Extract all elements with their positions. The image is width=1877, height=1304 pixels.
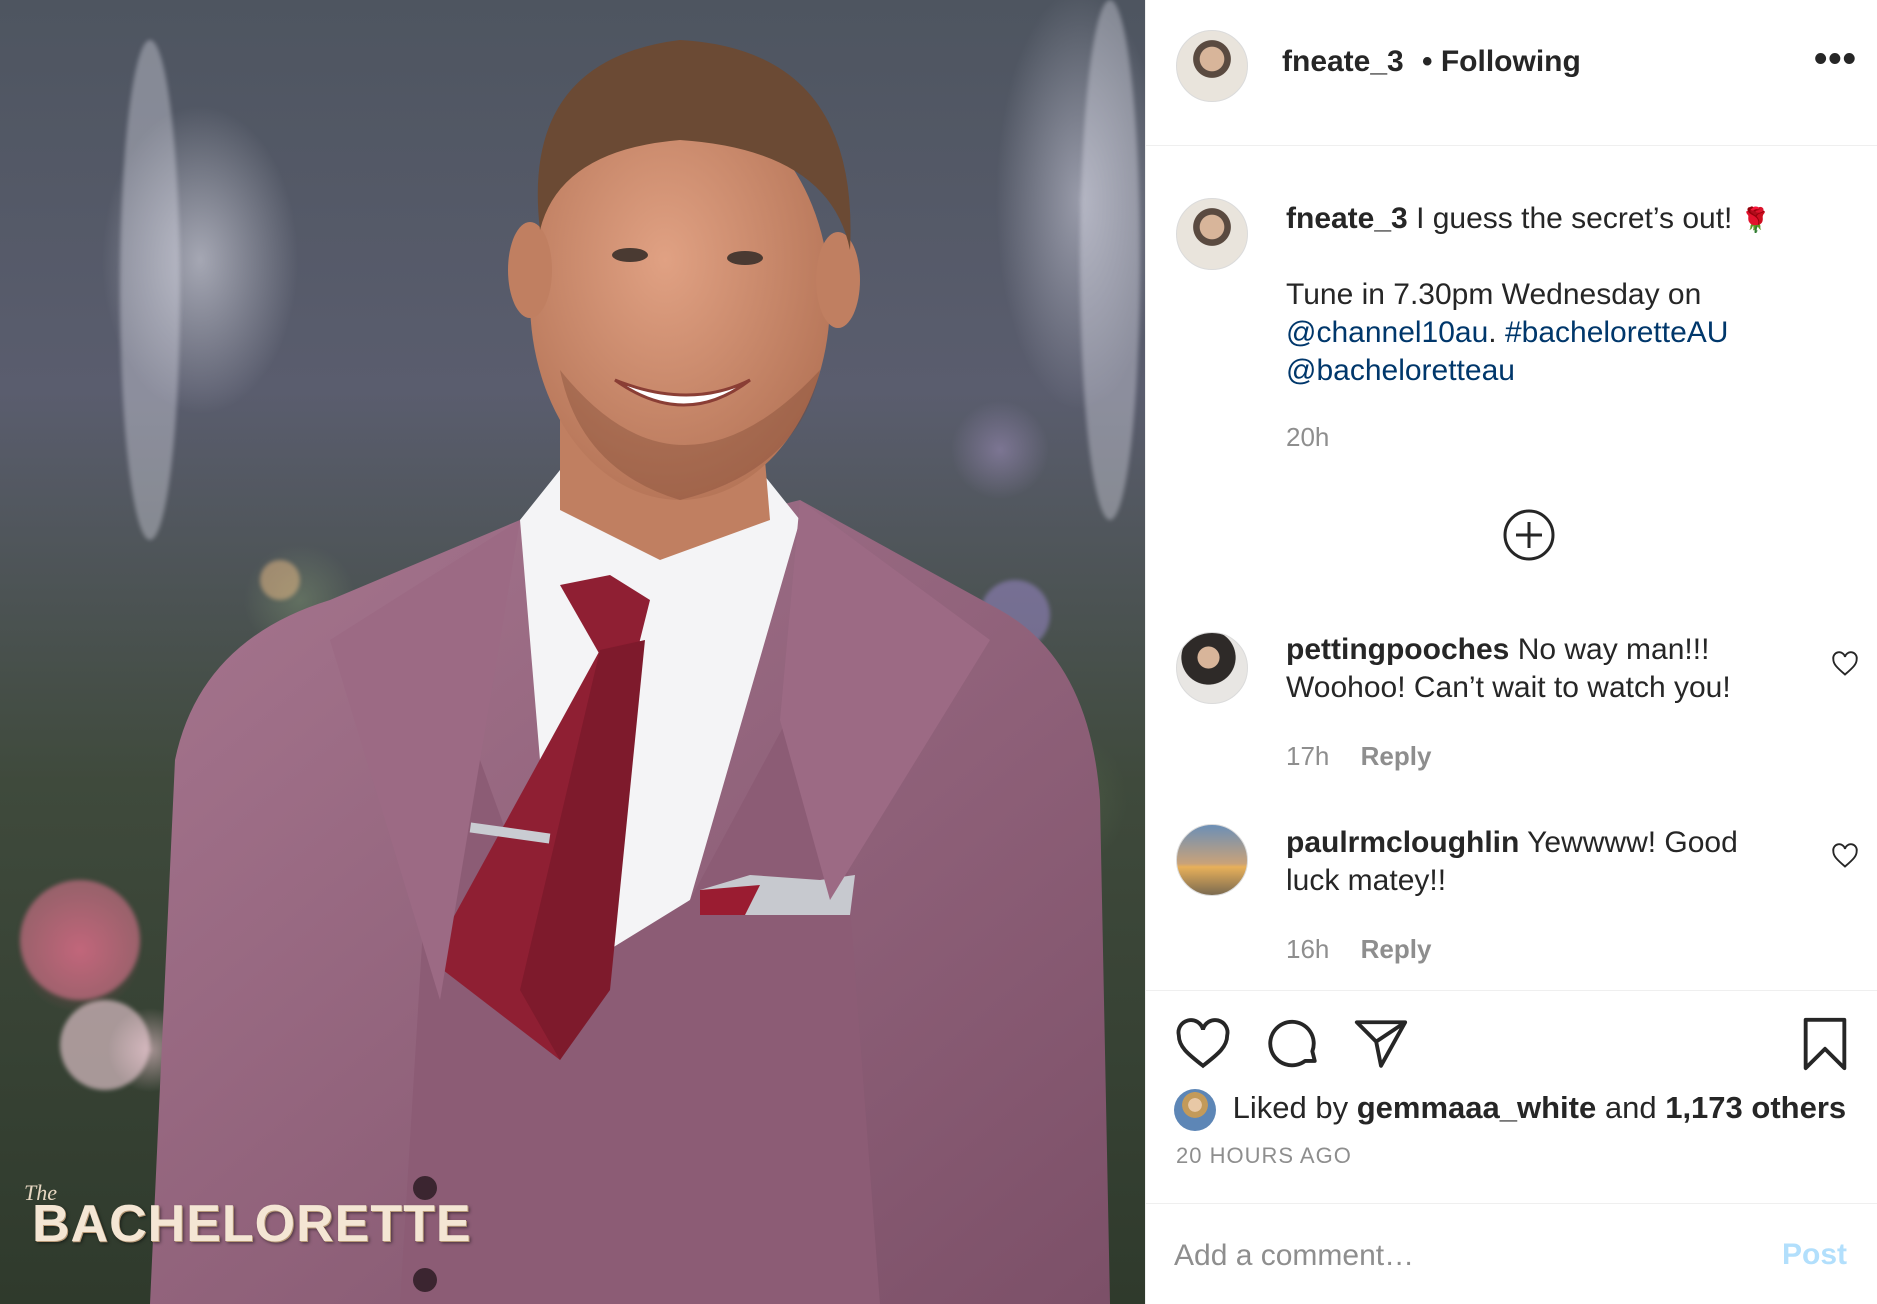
comment-text: Woohoo! Can’t wait to watch you!	[1286, 671, 1731, 704]
more-options-icon[interactable]: •••	[1814, 40, 1857, 78]
author-username[interactable]: fneate_3	[1282, 45, 1404, 79]
liker-username[interactable]: gemmaaa_white	[1357, 1090, 1597, 1125]
logo-wordmark: BACHELORETTE	[32, 1195, 472, 1253]
comment-text: Yewwww! Good	[1527, 826, 1738, 859]
liked-by-joiner: and	[1604, 1090, 1657, 1126]
comment-meta: 16h Reply	[1286, 934, 1431, 965]
comment-username[interactable]: paulrmcloughlin	[1286, 826, 1519, 859]
post-photo[interactable]: The BACHELORETTE	[0, 0, 1145, 1304]
comment-icon[interactable]	[1264, 1015, 1322, 1073]
post-comment-button[interactable]: Post	[1782, 1238, 1847, 1272]
post-side-panel: fneate_3 • Following ••• fneate_3 I gues…	[1145, 0, 1877, 1304]
caption-author[interactable]: fneate_3	[1286, 202, 1408, 235]
liker-avatar[interactable]	[1174, 1089, 1216, 1131]
rose-emoji: 🌹	[1740, 207, 1771, 234]
share-icon[interactable]	[1352, 1015, 1410, 1073]
load-more-comments-icon[interactable]	[1502, 508, 1556, 562]
likes-summary: Liked by gemmaaa_white and 1,173 others	[1174, 1089, 1846, 1133]
comment-composer: Post	[1146, 1203, 1877, 1304]
caption-dot: .	[1488, 316, 1497, 349]
post-timestamp[interactable]: 20 HOURS AGO	[1176, 1143, 1352, 1169]
comment-meta: 17h Reply	[1286, 741, 1431, 772]
follow-label: Following	[1440, 45, 1581, 78]
mention-bacheloretteau[interactable]: @bacheloretteau	[1286, 352, 1856, 390]
person-illustration	[150, 40, 1110, 1304]
comment-age[interactable]: 16h	[1286, 934, 1329, 964]
author-avatar[interactable]	[1176, 30, 1248, 102]
caption-line: Tune in 7.30pm Wednesday on	[1286, 278, 1702, 311]
post-header: fneate_3 • Following •••	[1146, 0, 1877, 146]
comment-text: luck matey!!	[1286, 864, 1447, 897]
comment-text: No way man!!!	[1517, 633, 1710, 666]
caption-author-avatar[interactable]	[1176, 198, 1248, 270]
reply-button[interactable]: Reply	[1361, 934, 1432, 964]
comment: pettingpooches No way man!!! Woohoo! Can…	[1286, 631, 1826, 707]
commenter-avatar[interactable]	[1176, 632, 1248, 704]
liked-by-prefix: Liked by	[1232, 1090, 1349, 1126]
commenter-avatar[interactable]	[1176, 824, 1248, 896]
caption-body: Tune in 7.30pm Wednesday on @channel10au…	[1286, 276, 1856, 390]
follow-status[interactable]: • Following	[1422, 45, 1581, 79]
post-actions: Liked by gemmaaa_white and 1,173 others …	[1146, 990, 1877, 1304]
comment-age[interactable]: 17h	[1286, 741, 1329, 771]
caption-text: I guess the secret’s out!	[1416, 202, 1733, 235]
caption: fneate_3 I guess the secret’s out! 🌹	[1286, 200, 1856, 240]
follow-separator: •	[1422, 45, 1433, 78]
likes-others-link[interactable]: 1,173 others	[1665, 1090, 1846, 1125]
mention-channel10au[interactable]: @channel10au	[1286, 316, 1488, 349]
hashtag-bacheloretteau[interactable]: #bacheloretteAU	[1505, 316, 1728, 349]
reply-button[interactable]: Reply	[1361, 741, 1432, 771]
add-comment-input[interactable]	[1174, 1234, 1734, 1278]
like-comment-icon[interactable]	[1831, 650, 1859, 678]
heart-icon[interactable]	[1174, 1015, 1232, 1073]
caption-age[interactable]: 20h	[1286, 422, 1329, 453]
like-comment-icon[interactable]	[1831, 842, 1859, 870]
bookmark-icon[interactable]	[1796, 1015, 1854, 1073]
comment-username[interactable]: pettingpooches	[1286, 633, 1509, 666]
comment: paulrmcloughlin Yewwww! Good luck matey!…	[1286, 824, 1826, 900]
caption-line-links: @channel10au. #bacheloretteAU	[1286, 314, 1856, 352]
